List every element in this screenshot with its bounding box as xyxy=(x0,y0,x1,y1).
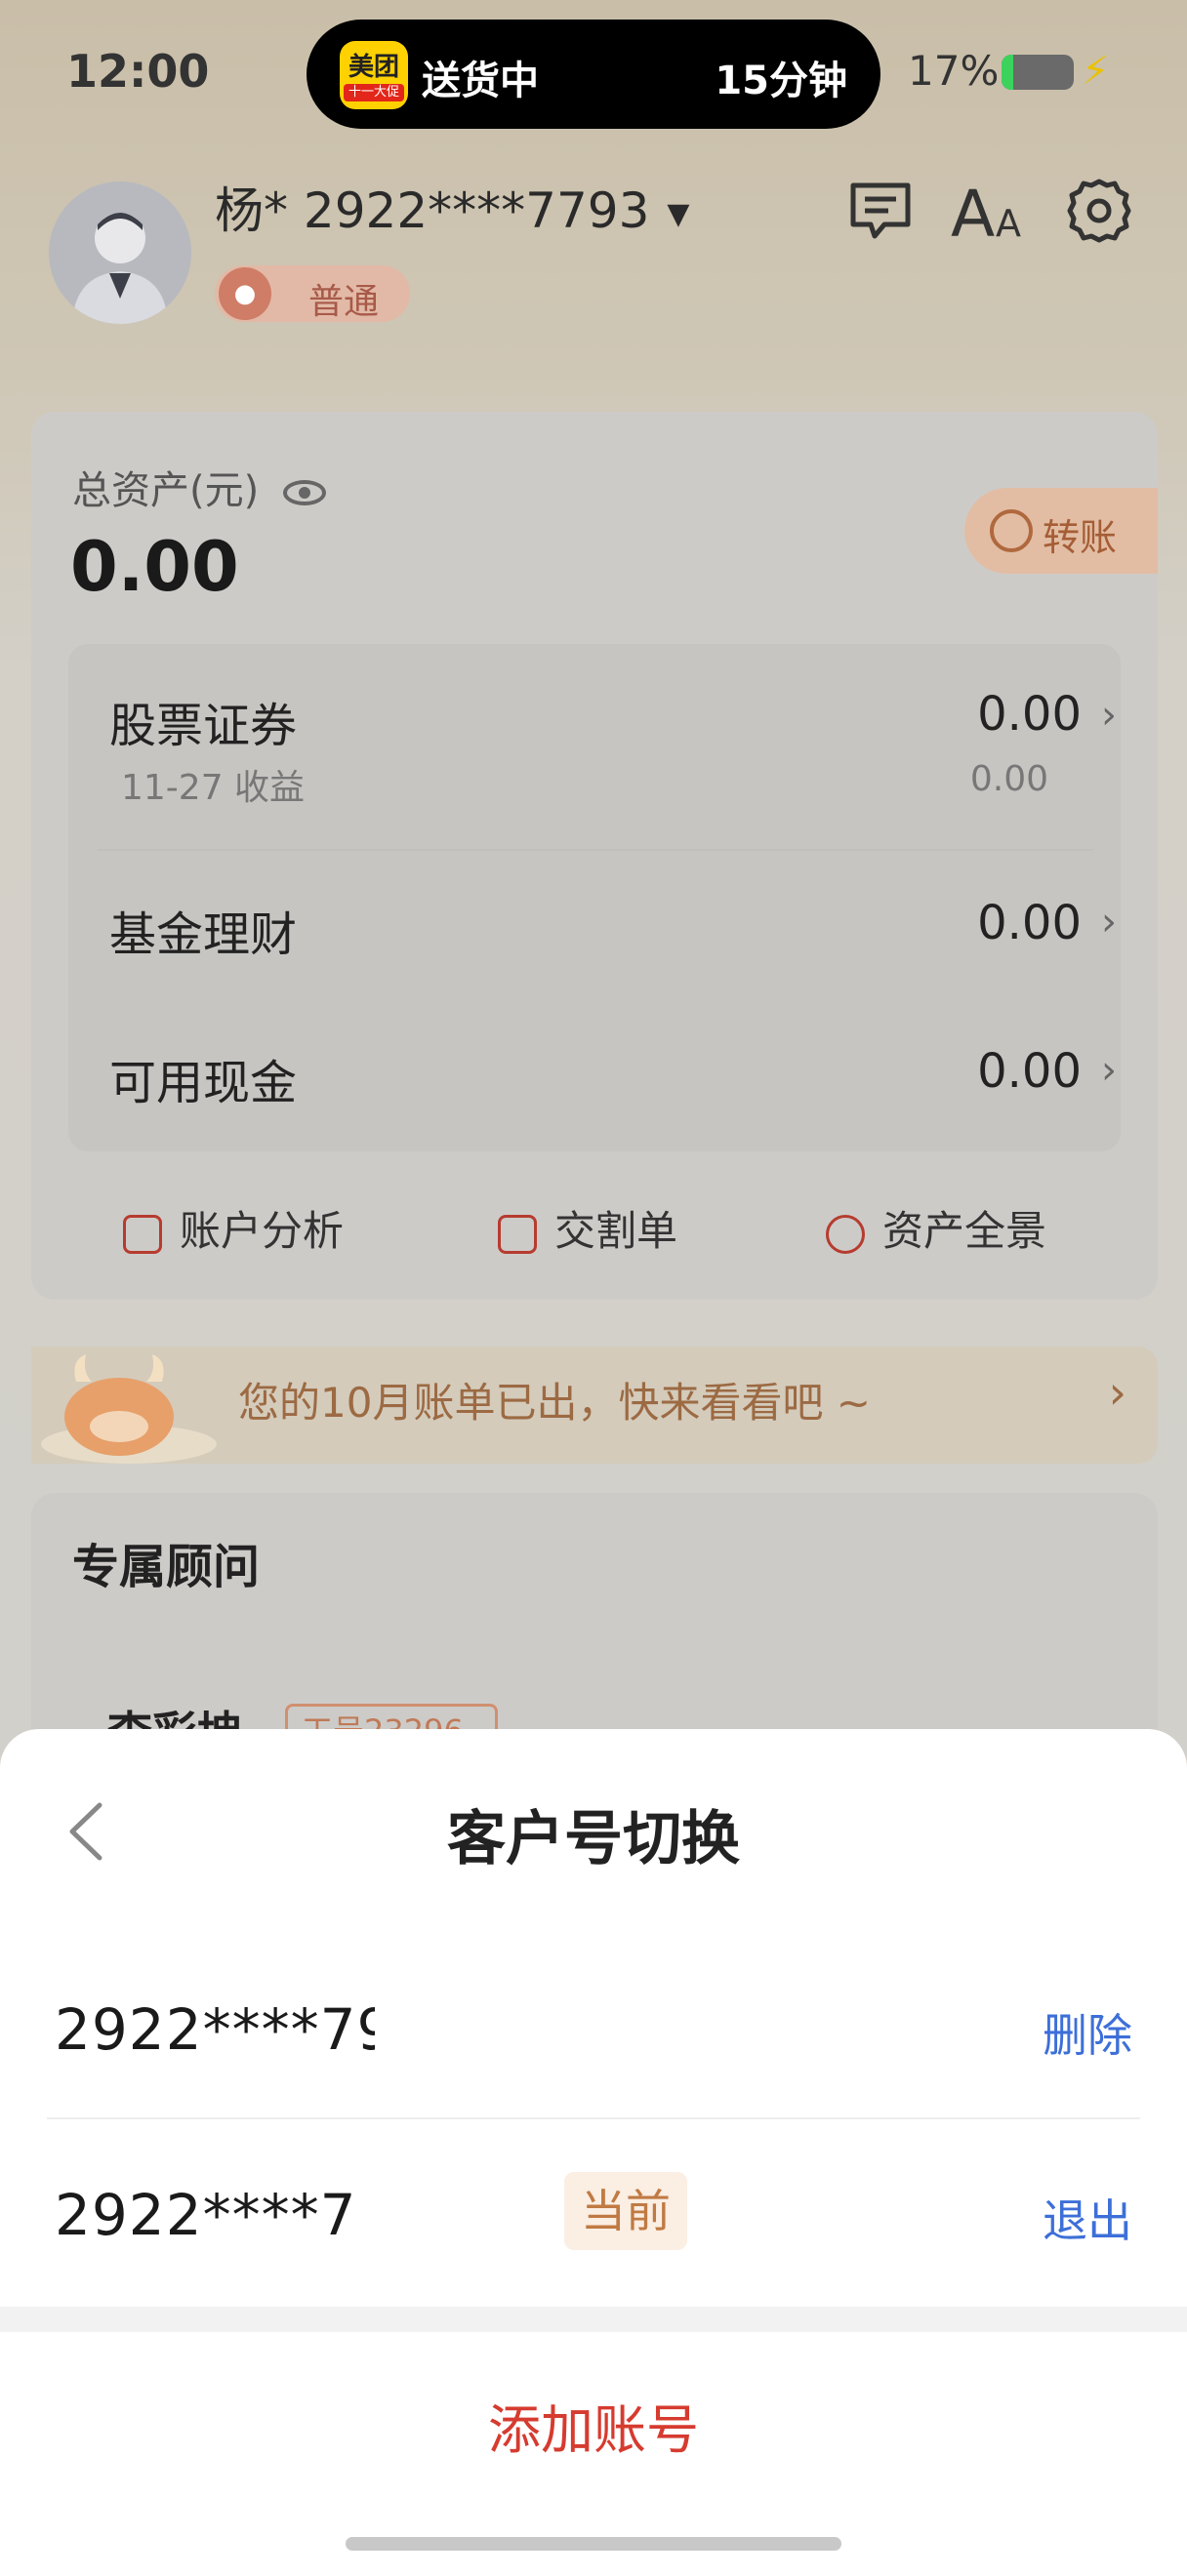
message-icon[interactable] xyxy=(845,176,916,246)
current-account-badge: 当前 xyxy=(564,2172,687,2250)
member-level-label: 普通 xyxy=(308,282,380,322)
charging-bolt-icon: ⚡ xyxy=(1082,49,1110,94)
advisor-title: 专属顾问 xyxy=(72,1540,261,1594)
document-icon xyxy=(498,1214,537,1254)
delivery-eta: 15分钟 xyxy=(715,59,847,103)
eye-icon[interactable] xyxy=(282,480,326,505)
divider xyxy=(47,2117,1140,2119)
analysis-icon xyxy=(123,1214,162,1254)
row-funds-value: 0.00 xyxy=(977,896,1082,950)
add-account-button[interactable]: 添加账号 xyxy=(0,2387,1187,2464)
total-assets-label: 总资产(元) xyxy=(72,459,326,515)
ox-mascot-icon xyxy=(41,1354,217,1464)
chevron-right-icon[interactable]: › xyxy=(1101,1048,1117,1093)
battery-icon xyxy=(1002,55,1074,90)
section-gap xyxy=(0,2307,1187,2332)
battery-percent: 17% xyxy=(908,47,1000,95)
divider xyxy=(98,849,1093,851)
account-switcher[interactable]: 杨* 2922****7793 ▼ xyxy=(215,172,689,242)
row-funds-title[interactable]: 基金理财 xyxy=(109,896,297,964)
row-stocks-value: 0.00 xyxy=(977,687,1082,742)
settings-icon[interactable] xyxy=(1064,176,1134,246)
caret-down-icon: ▼ xyxy=(667,197,690,231)
svg-text:A: A xyxy=(996,202,1021,245)
quick-link-settlement[interactable]: 交割单 xyxy=(498,1198,677,1258)
status-time: 12:00 xyxy=(66,45,210,98)
transfer-button[interactable]: 转账 xyxy=(964,488,1158,574)
quick-link-account-analysis[interactable]: 账户分析 xyxy=(123,1198,344,1258)
sheet-title: 客户号切换 xyxy=(447,1805,740,1873)
chevron-right-icon[interactable]: › xyxy=(1101,693,1117,738)
delivery-status: 送货中 xyxy=(422,59,539,103)
bill-banner-text: 您的10月账单已出，快来看看吧 ~ xyxy=(238,1379,871,1427)
row-stocks-title[interactable]: 股票证券 xyxy=(109,687,297,755)
member-level-badge[interactable]: ● 普通 xyxy=(215,265,410,322)
meituan-logo-icon: 美团 十一大促 xyxy=(340,41,408,109)
chevron-right-icon[interactable]: › xyxy=(1109,1366,1126,1419)
account-name: 杨* 2922****7793 xyxy=(215,182,650,239)
home-indicator[interactable] xyxy=(346,2537,841,2551)
chevron-right-icon[interactable]: › xyxy=(1101,900,1117,945)
logout-button[interactable]: 退出 xyxy=(1043,2186,1132,2250)
pie-chart-icon xyxy=(826,1214,865,1254)
ox-icon: ● xyxy=(219,267,271,320)
row-stocks-sub: 11-27 收益 xyxy=(121,768,306,808)
quick-link-asset-overview[interactable]: 资产全景 xyxy=(826,1198,1046,1258)
row-cash-title[interactable]: 可用现金 xyxy=(109,1044,297,1112)
row-cash-value: 0.00 xyxy=(977,1044,1082,1099)
redaction-mask xyxy=(351,2147,547,2322)
row-stocks-profit: 0.00 xyxy=(969,759,1048,799)
avatar[interactable] xyxy=(49,181,191,324)
svg-text:A: A xyxy=(951,177,995,246)
font-size-icon[interactable]: A A xyxy=(951,176,1033,246)
transfer-icon xyxy=(990,509,1033,552)
total-assets-value: 0.00 xyxy=(70,527,239,607)
redaction-mask xyxy=(375,1961,551,2088)
delete-account-button[interactable]: 删除 xyxy=(1043,2000,1132,2065)
